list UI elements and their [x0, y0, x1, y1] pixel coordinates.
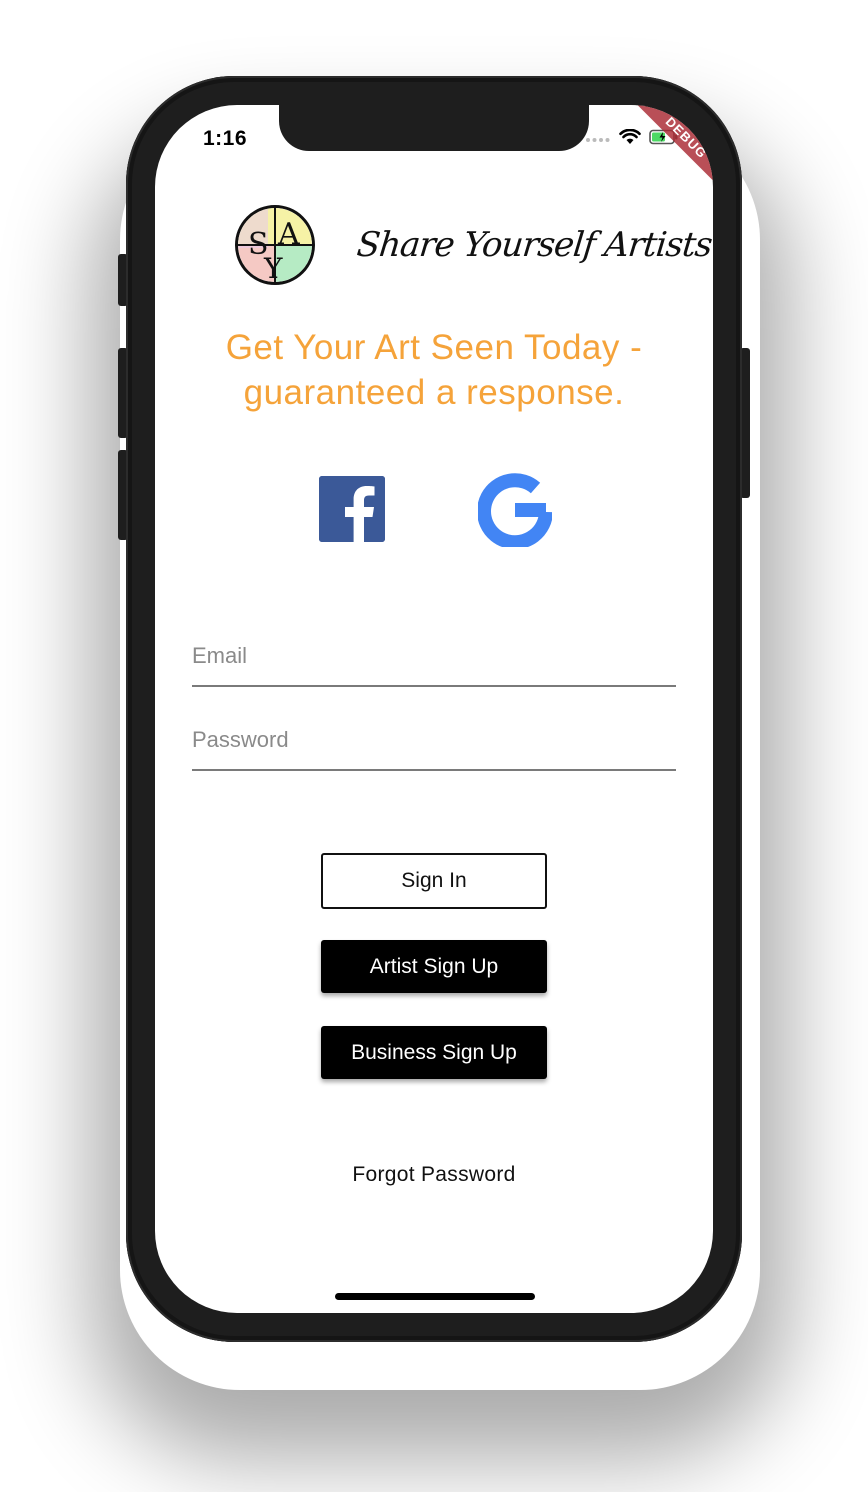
tagline-line-2: guaranteed a response.	[243, 373, 625, 412]
business-sign-up-button[interactable]: Business Sign Up	[321, 1026, 547, 1079]
email-field[interactable]	[192, 625, 676, 687]
brand-header: S A Y Share Yourself Artists	[235, 205, 713, 285]
svg-text:Y: Y	[263, 252, 283, 282]
svg-text:A: A	[277, 217, 300, 252]
forgot-password-link[interactable]: Forgot Password	[155, 1163, 713, 1187]
tagline-line-1: Get Your Art Seen Today -	[225, 328, 643, 367]
email-input[interactable]	[192, 643, 676, 669]
status-time: 1:16	[203, 127, 248, 150]
password-input[interactable]	[192, 727, 676, 753]
tagline: Get Your Art Seen Today - guaranteed a r…	[155, 325, 713, 415]
notch	[279, 105, 589, 151]
sign-in-button[interactable]: Sign In	[321, 853, 547, 909]
brand-name: Share Yourself Artists	[354, 225, 713, 265]
device-mockup: 1:16 DEBUG S A Y Share Yourself Artists …	[0, 0, 868, 1492]
artist-sign-up-button[interactable]: Artist Sign Up	[321, 940, 547, 993]
wifi-icon	[619, 128, 641, 150]
social-login-row	[155, 473, 713, 550]
password-field[interactable]	[192, 709, 676, 771]
google-icon	[477, 473, 553, 551]
facebook-login-button[interactable]	[319, 476, 385, 542]
home-indicator[interactable]	[335, 1293, 535, 1300]
facebook-icon	[319, 476, 385, 542]
signal-dots-icon	[585, 130, 611, 148]
google-login-button[interactable]	[477, 473, 553, 550]
sya-logo-icon: S A Y	[235, 205, 315, 285]
app-screen: 1:16 DEBUG S A Y Share Yourself Artists …	[155, 105, 713, 1313]
